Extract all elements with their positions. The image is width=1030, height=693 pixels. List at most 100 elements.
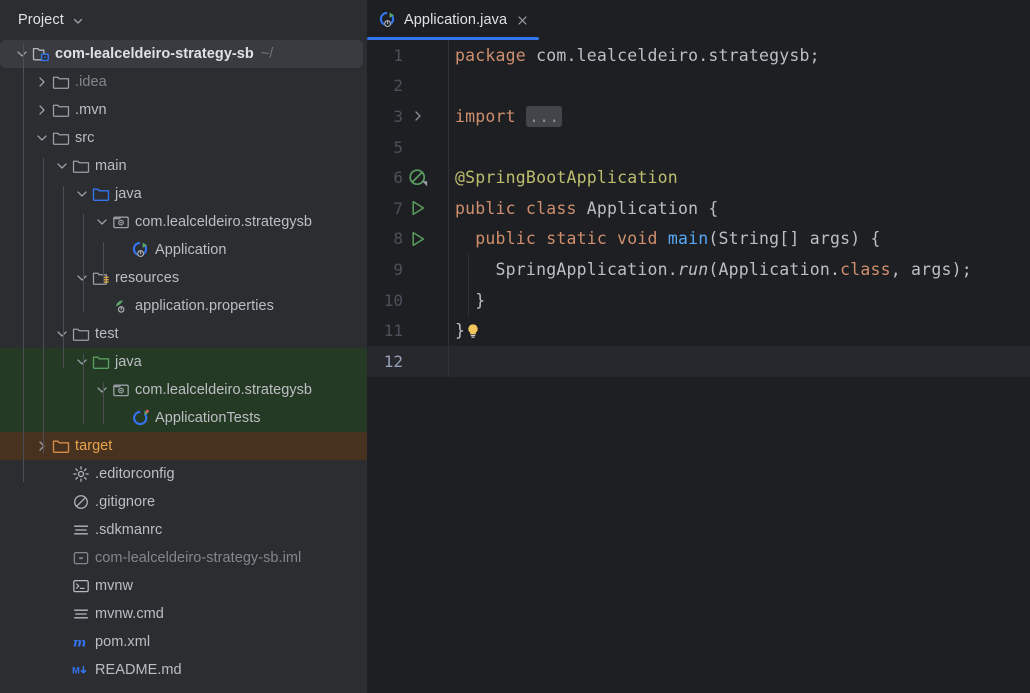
fold-expand-icon[interactable] [407, 105, 429, 127]
project-file-tree[interactable]: com-lealceldeiro-strategy-sb~/.idea.mvn s… [0, 40, 367, 684]
code-line-10[interactable]: 10 } [367, 285, 1030, 316]
run-icon[interactable] [407, 197, 429, 219]
tree-item-target[interactable]: target [0, 432, 367, 460]
maven-pom-icon: m [72, 633, 90, 651]
chevron-down-icon[interactable] [94, 214, 110, 230]
editor-tab-application-java[interactable]: Application.java [367, 0, 539, 40]
project-panel-header[interactable]: Project [0, 0, 367, 40]
code-text: package com.lealceldeiro.strategysb; [449, 46, 1030, 65]
code-call-receiver: SpringApplication. [455, 260, 678, 279]
tree-item-mvn[interactable]: .mvn [0, 96, 367, 124]
editor-tab-label: Application.java [404, 12, 507, 28]
source-root-folder-icon [92, 185, 110, 203]
editor-gutter[interactable]: 1 [367, 40, 449, 71]
editor-gutter[interactable]: 11 [367, 315, 449, 346]
editor-gutter[interactable]: 6 [367, 162, 449, 193]
tree-item-pom-xml[interactable]: mpom.xml [0, 628, 367, 656]
editor-gutter[interactable]: 12 [367, 346, 449, 377]
code-line-5[interactable]: 5 [367, 132, 1030, 163]
collapsed-imports-fold[interactable]: ... [526, 106, 562, 127]
code-editor[interactable]: 1package com.lealceldeiro.strategysb; 2 3i… [367, 40, 1030, 693]
tree-item-src[interactable]: src [0, 124, 367, 152]
gutter-separator [448, 40, 449, 71]
close-icon[interactable] [516, 14, 529, 27]
run-icon[interactable] [407, 228, 429, 250]
tree-item-editorconfig[interactable]: .editorconfig [0, 460, 367, 488]
tree-item-java[interactable]: java [0, 348, 367, 376]
tree-item-java[interactable]: java [0, 180, 367, 208]
tree-item-main[interactable]: main [0, 152, 367, 180]
editor-gutter[interactable]: 8 [367, 224, 449, 255]
code-line-6[interactable]: 6@SpringBootApplication [367, 162, 1030, 193]
code-text: import ... [449, 107, 1030, 126]
tree-item-gitignore[interactable]: .gitignore [0, 488, 367, 516]
line-number: 5 [367, 138, 403, 157]
code-line-11[interactable]: 11} [367, 315, 1030, 346]
intention-bulb-icon[interactable] [465, 323, 481, 339]
tree-item-label: mvnw [95, 578, 133, 594]
tree-item-label: src [75, 130, 94, 146]
gutter-separator [448, 315, 449, 346]
code-line-9[interactable]: 9 SpringApplication.run(Application.clas… [367, 254, 1030, 285]
code-method-name: main [668, 229, 709, 248]
editor-gutter[interactable]: 7 [367, 193, 449, 224]
editor-gutter[interactable]: 3 [367, 101, 449, 132]
chevron-right-icon[interactable] [34, 438, 50, 454]
tree-item-test[interactable]: test [0, 320, 367, 348]
folder-icon [52, 73, 70, 91]
chevron-down-icon[interactable] [54, 326, 70, 342]
module-folder-icon [32, 45, 50, 63]
chevron-right-icon[interactable] [34, 102, 50, 118]
chevron-down-icon[interactable] [74, 270, 90, 286]
tree-item-idea[interactable]: .idea [0, 68, 367, 96]
tree-item-mvnw-cmd[interactable]: mvnw.cmd [0, 600, 367, 628]
code-line-8[interactable]: 8 public static void main(String[] args)… [367, 224, 1030, 255]
chevron-down-icon[interactable] [74, 186, 90, 202]
package-icon [112, 381, 130, 399]
spring-bean-icon[interactable] [407, 167, 429, 189]
folder-icon [52, 101, 70, 119]
tree-item-resources[interactable]: resources [0, 264, 367, 292]
gutter-separator [448, 132, 449, 163]
tree-item-mvnw[interactable]: mvnw [0, 572, 367, 600]
chevron-down-icon[interactable] [14, 46, 30, 62]
code-line-3[interactable]: 3import ... [367, 101, 1030, 132]
tree-item-com-lealceldeiro-strategysb[interactable]: com.lealceldeiro.strategysb [0, 376, 367, 404]
code-line-7[interactable]: 7public class Application { [367, 193, 1030, 224]
editor-gutter[interactable]: 9 [367, 254, 449, 285]
chevron-right-icon[interactable] [34, 74, 50, 90]
tree-item-label: resources [115, 270, 179, 286]
chevron-down-icon[interactable] [72, 15, 84, 27]
code-text: } [449, 321, 1030, 340]
tree-item-label: .sdkmanrc [95, 522, 162, 538]
editor-gutter[interactable]: 2 [367, 71, 449, 102]
tree-item-label: ApplicationTests [155, 410, 261, 426]
gutter-separator [448, 285, 449, 316]
line-number: 2 [367, 76, 403, 95]
tree-item-readme-md[interactable]: MREADME.md [0, 656, 367, 684]
chevron-down-icon[interactable] [54, 158, 70, 174]
chevron-down-icon[interactable] [34, 130, 50, 146]
tree-item-com-lealceldeiro-strategy-sb-iml[interactable]: com-lealceldeiro-strategy-sb.iml [0, 544, 367, 572]
editor-gutter[interactable]: 5 [367, 132, 449, 163]
tree-item-com-lealceldeiro-strategysb[interactable]: com.lealceldeiro.strategysb [0, 208, 367, 236]
tree-item-application[interactable]: Application [0, 236, 367, 264]
tree-item-label: com.lealceldeiro.strategysb [135, 214, 312, 230]
code-line-1[interactable]: 1package com.lealceldeiro.strategysb; [367, 40, 1030, 71]
chevron-down-icon[interactable] [74, 354, 90, 370]
code-class-keywords: public class [455, 199, 577, 218]
tree-item-sdkmanrc[interactable]: .sdkmanrc [0, 516, 367, 544]
chevron-down-icon[interactable] [94, 382, 110, 398]
tree-item-application-properties[interactable]: application.properties [0, 292, 367, 320]
line-number: 7 [367, 199, 403, 218]
editor-gutter[interactable]: 10 [367, 285, 449, 316]
spring-properties-icon [112, 297, 130, 315]
tree-item-applicationtests[interactable]: ApplicationTests [0, 404, 367, 432]
code-keyword-import: import [455, 107, 516, 126]
line-number: 12 [367, 352, 403, 371]
tree-item-com-lealceldeiro-strategy-sb[interactable]: com-lealceldeiro-strategy-sb~/ [0, 40, 363, 68]
code-line-12[interactable]: 12 [367, 346, 1030, 377]
code-text: } [449, 291, 1030, 310]
folder-icon [72, 157, 90, 175]
code-line-2[interactable]: 2 [367, 71, 1030, 102]
